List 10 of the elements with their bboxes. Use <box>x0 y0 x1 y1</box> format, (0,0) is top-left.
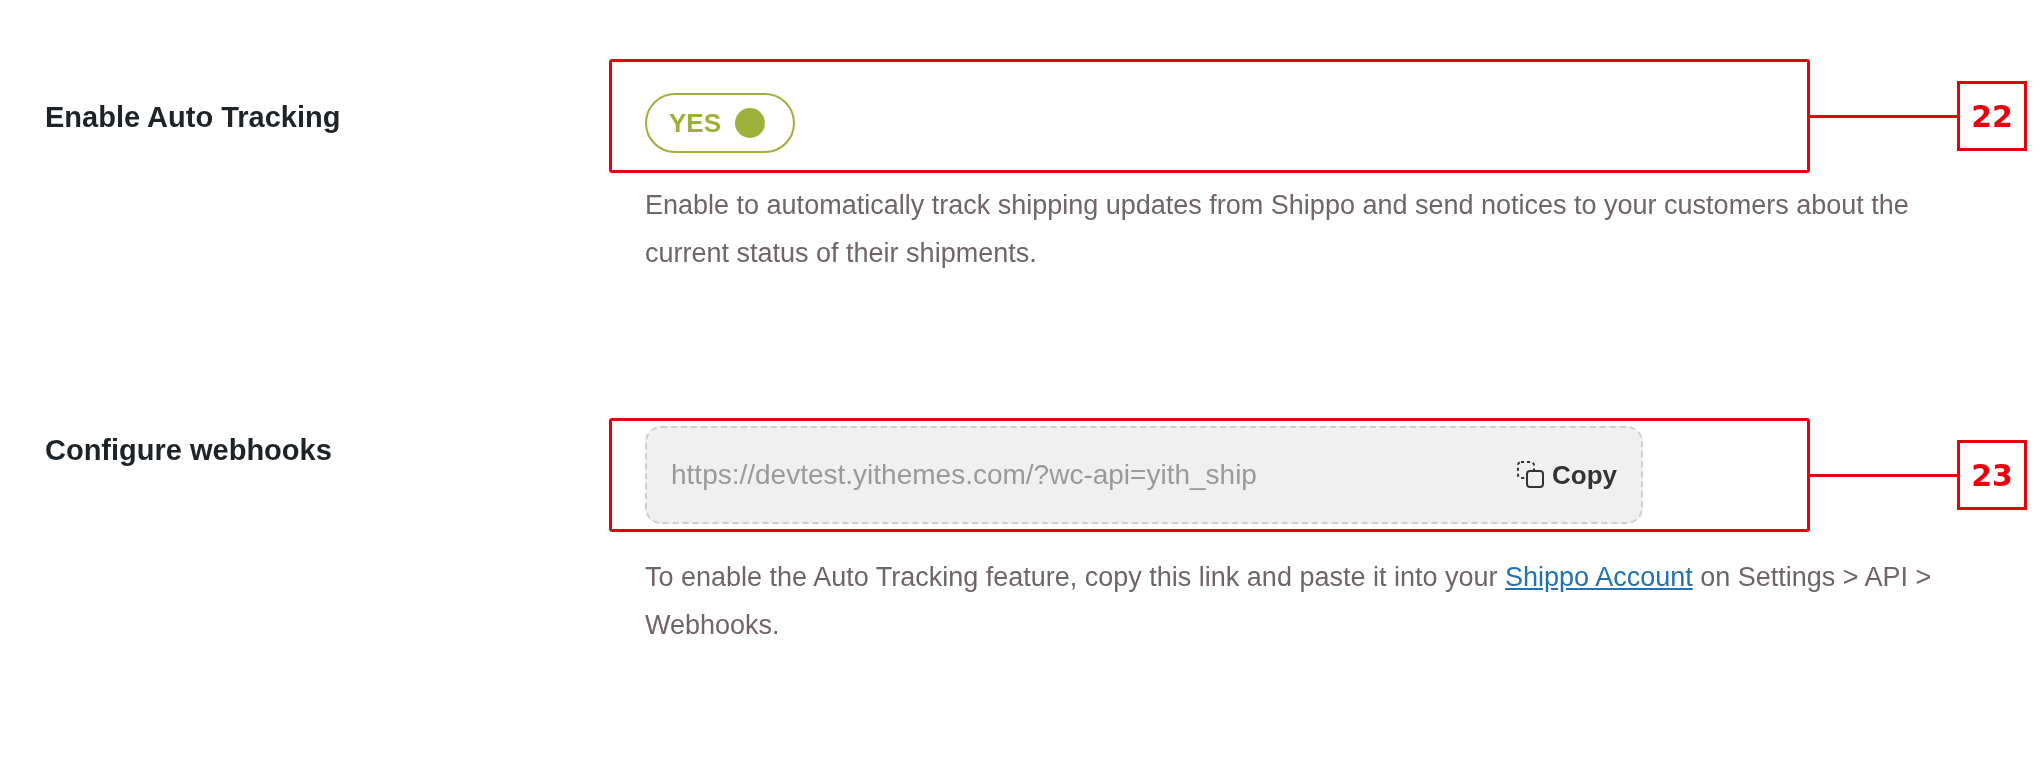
setting-label: Configure webhooks <box>45 434 332 466</box>
copy-button[interactable]: Copy <box>1516 459 1617 491</box>
setting-label: Enable Auto Tracking <box>45 101 341 133</box>
setting-description: Enable to automatically track shipping updates from Shippo and send notices to your customers about the current status of their shipments. <box>645 189 1910 270</box>
setting-description: To enable the Auto Tracking feature, copy this link and paste it into your Shippo Account on Settings > API > Webhooks. <box>645 561 1933 642</box>
callout-number: 23 <box>1957 440 2027 510</box>
callout-number: 22 <box>1957 81 2027 151</box>
account-link[interactable]: Shippo Account <box>1505 562 1693 592</box>
copy-icon <box>1516 460 1546 490</box>
url-field[interactable]: https://devtest.yithemes.com/?wc-api=yith_ship Copy <box>645 426 1643 524</box>
